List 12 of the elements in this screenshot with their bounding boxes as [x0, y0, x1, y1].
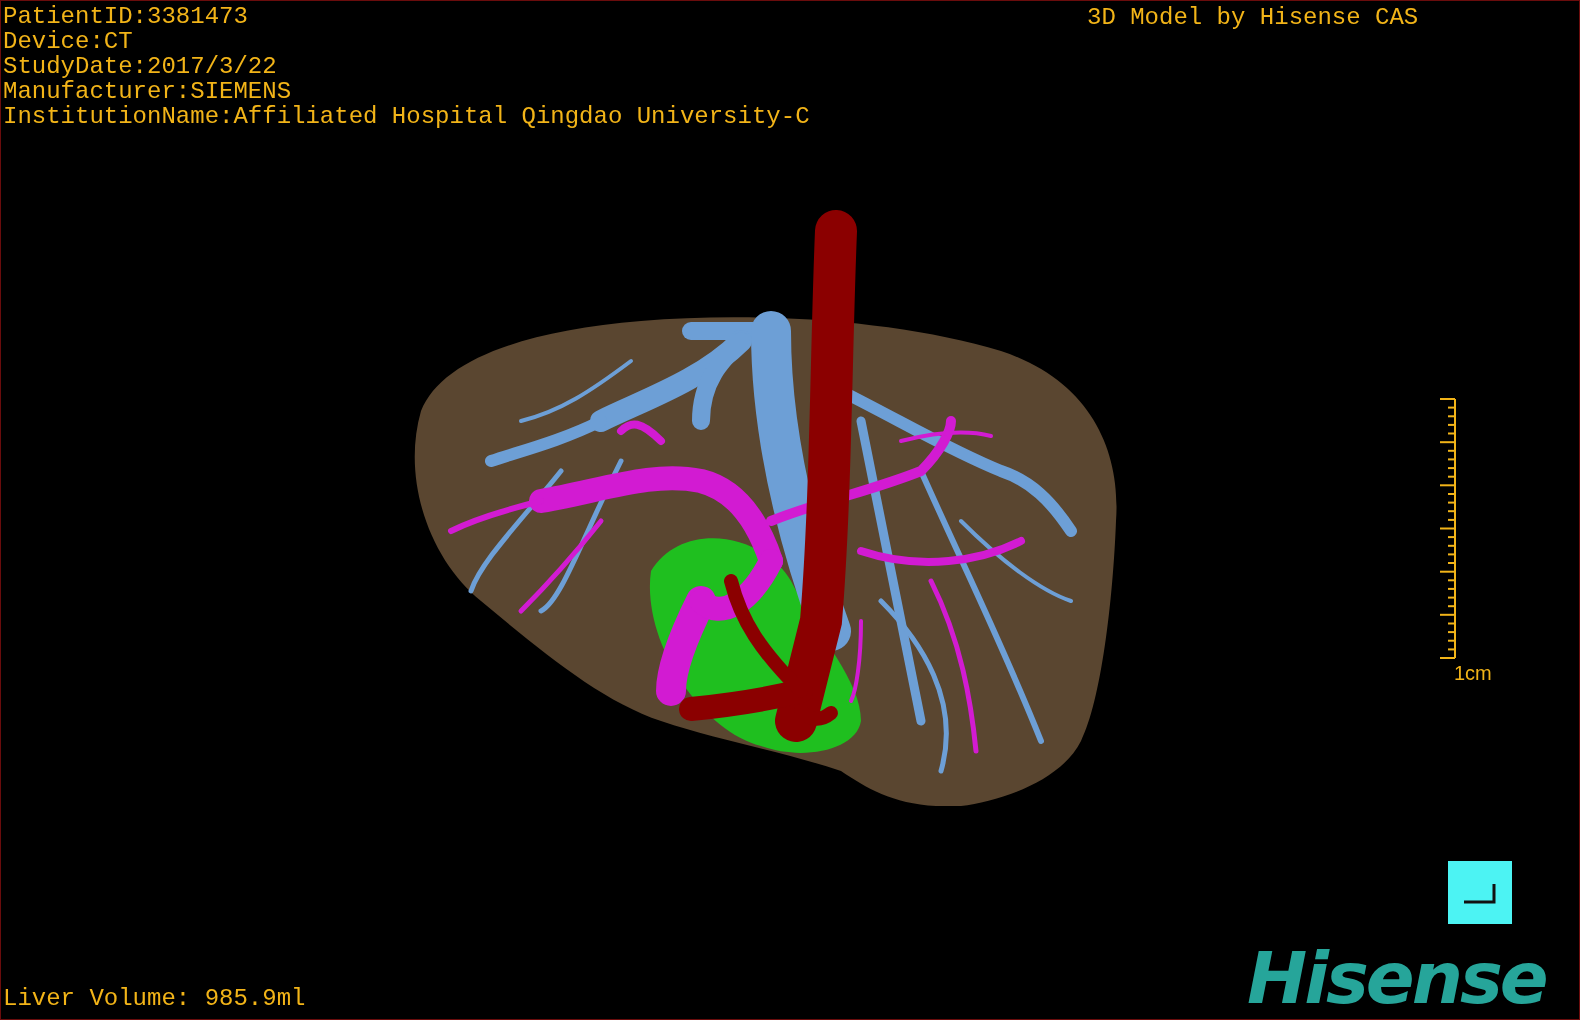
patient-info-line: StudyDate:2017/3/22	[3, 54, 277, 79]
corner-view-button[interactable]	[1448, 861, 1512, 924]
patient-info-line: PatientID:3381473	[3, 4, 248, 29]
model-credit-text: 3D Model by Hisense CAS	[1087, 5, 1419, 30]
liver-volume-text: Liver Volume: 985.9ml	[3, 986, 306, 1011]
scale-label: 1cm	[1454, 662, 1492, 684]
corner-icon	[1463, 881, 1497, 904]
3d-viewport[interactable]: PatientID:3381473 Device:CT StudyDate:2017/3/22 Manufacturer:SIEMENS InstitutionName:Affiliated Hospital Qingdao University-C 3D Model by Hisense CAS 1cm Liver Volume: 985.9ml Hisense	[0, 0, 1580, 1020]
patient-info-line: Device:CT	[3, 29, 133, 54]
patient-info-line: InstitutionName:Affiliated Hospital Qingdao University-C	[3, 104, 810, 129]
patient-info-line: Manufacturer:SIEMENS	[3, 79, 292, 104]
brand-logo: Hisense	[1247, 945, 1546, 1011]
